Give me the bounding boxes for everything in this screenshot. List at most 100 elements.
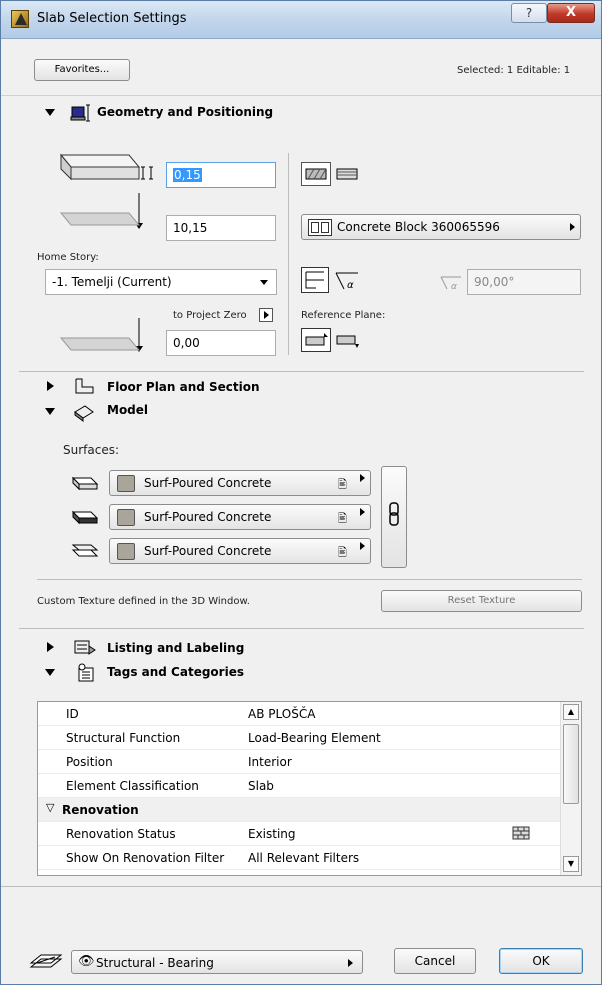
row-value: Load-Bearing Element xyxy=(248,731,381,745)
close-button[interactable]: X xyxy=(547,3,595,23)
geometry-section-icon xyxy=(69,102,91,124)
listing-labeling-title[interactable]: Listing and Labeling xyxy=(107,641,244,663)
arrow-right-icon xyxy=(360,508,365,516)
eye-icon: 👁 xyxy=(78,954,95,969)
home-story-label: Home Story: xyxy=(37,252,99,263)
geometry-section-title[interactable]: Geometry and Positioning xyxy=(97,105,273,127)
custom-texture-label: Custom Texture defined in the 3D Window. xyxy=(37,596,250,607)
collapse-triangle-icon[interactable] xyxy=(45,109,55,116)
chain-link-button[interactable] xyxy=(381,466,407,568)
project-zero-input[interactable]: 0,00 xyxy=(166,330,276,356)
material-swatch xyxy=(117,475,135,492)
reference-plane-top-button[interactable] xyxy=(301,328,331,352)
arrow-right-icon xyxy=(348,959,353,967)
slab-edge-angle-icon[interactable]: α xyxy=(334,269,360,293)
home-story-value: -1. Temelji (Current) xyxy=(52,275,172,289)
tags-categories-icon xyxy=(75,663,97,683)
archicad-app-icon xyxy=(11,10,29,28)
table-row[interactable]: Renovation Status Existing xyxy=(38,822,560,846)
fill-hatch-button[interactable] xyxy=(301,162,331,186)
building-material-label: Concrete Block 360065596 xyxy=(337,220,500,234)
divider xyxy=(37,579,582,580)
divider xyxy=(19,371,584,372)
divider xyxy=(1,886,601,887)
collapse-triangle-icon[interactable] xyxy=(45,669,55,676)
bottom-surface-icon xyxy=(71,542,99,560)
side-surface-icon xyxy=(71,508,99,526)
reference-plane-label: Reference Plane: xyxy=(301,310,386,321)
slab-edge-vertical-button[interactable] xyxy=(301,267,329,293)
side-surface-button[interactable]: Surf-Poured Concrete 🖹 xyxy=(109,504,371,530)
arrow-right-icon xyxy=(570,223,575,231)
expand-triangle-icon[interactable] xyxy=(47,381,54,391)
to-project-zero-label: to Project Zero xyxy=(173,310,247,321)
scroll-thumb[interactable] xyxy=(563,724,579,804)
svg-text:α: α xyxy=(347,280,354,291)
slab-settings-dialog: Slab Selection Settings ? X Favorites...… xyxy=(0,0,602,985)
chain-link-icon xyxy=(389,502,399,526)
bottom-surface-button[interactable]: Surf-Poured Concrete 🖹 xyxy=(109,538,371,564)
layer-select-button[interactable]: 👁 Structural - Bearing xyxy=(71,950,363,974)
row-value: Slab xyxy=(248,779,274,793)
cancel-button[interactable]: Cancel xyxy=(394,948,476,974)
brick-wall-icon xyxy=(512,826,530,840)
home-story-select[interactable]: -1. Temelji (Current) xyxy=(45,269,277,295)
row-key: Structural Function xyxy=(66,731,181,745)
fill-pattern-icon[interactable] xyxy=(335,163,359,185)
row-key: ID xyxy=(66,707,79,721)
angle-input[interactable]: 90,00° xyxy=(467,269,581,295)
floor-plan-section-title[interactable]: Floor Plan and Section xyxy=(107,380,260,402)
scroll-down-icon[interactable]: ▼ xyxy=(563,856,579,872)
project-zero-toggle[interactable] xyxy=(259,308,273,322)
table-row[interactable]: Element Classification Slab xyxy=(38,774,560,798)
project-zero-icon xyxy=(59,316,159,356)
vertical-scrollbar[interactable]: ▲ ▼ xyxy=(560,702,581,875)
renovation-group-row[interactable]: ▽ Renovation xyxy=(38,798,560,822)
scroll-up-icon[interactable]: ▲ xyxy=(563,704,579,720)
arrow-right-icon xyxy=(360,542,365,550)
renovation-group-label: Renovation xyxy=(62,803,139,817)
surface-label: Surf-Poured Concrete xyxy=(144,476,272,490)
expand-triangle-icon[interactable] xyxy=(47,642,54,652)
document-icon: 🖹 xyxy=(338,478,347,491)
play-icon xyxy=(264,311,269,319)
group-collapse-icon[interactable]: ▽ xyxy=(46,801,54,814)
table-row[interactable]: Position Interior xyxy=(38,750,560,774)
collapse-triangle-icon[interactable] xyxy=(45,408,55,415)
thickness-input[interactable]: 0,15 xyxy=(166,162,276,188)
top-surface-button[interactable]: Surf-Poured Concrete 🖹 xyxy=(109,470,371,496)
reset-texture-button[interactable]: Reset Texture xyxy=(381,590,582,612)
row-key: Renovation Status xyxy=(66,827,176,841)
model-section-title[interactable]: Model xyxy=(107,403,148,425)
row-value: AB PLOŠČA xyxy=(248,707,316,721)
selected-info: Selected: 1 Editable: 1 xyxy=(457,65,571,76)
building-material-icon xyxy=(308,219,332,236)
building-material-button[interactable]: Concrete Block 360065596 xyxy=(301,214,581,240)
column-divider xyxy=(288,153,289,355)
document-icon: 🖹 xyxy=(338,546,347,559)
row-value: All Relevant Filters xyxy=(248,851,360,865)
layer-value: Structural - Bearing xyxy=(96,956,214,970)
floor-plan-section-icon xyxy=(73,377,95,395)
svg-text:α: α xyxy=(451,282,457,292)
listing-labeling-icon xyxy=(73,638,97,656)
table-row[interactable]: ID AB PLOŠČA xyxy=(38,702,560,726)
row-key: Position xyxy=(66,755,113,769)
model-section-icon xyxy=(71,402,95,422)
top-surface-icon xyxy=(71,474,99,492)
table-row[interactable]: Show On Renovation Filter All Relevant F… xyxy=(38,846,560,870)
window-title: Slab Selection Settings xyxy=(37,11,187,26)
row-key: Show On Renovation Filter xyxy=(66,851,225,865)
reference-plane-bottom-icon[interactable] xyxy=(335,330,361,352)
surface-label: Surf-Poured Concrete xyxy=(144,510,272,524)
table-row[interactable]: Structural Function Load-Bearing Element xyxy=(38,726,560,750)
material-swatch xyxy=(117,543,135,560)
thickness-value: 0,15 xyxy=(173,168,202,182)
tags-grid: ID AB PLOŠČA Structural Function Load-Be… xyxy=(37,701,582,876)
help-button[interactable]: ? xyxy=(511,3,547,23)
offset-input[interactable]: 10,15 xyxy=(166,215,276,241)
title-bar: Slab Selection Settings ? X xyxy=(1,1,601,39)
favorites-button[interactable]: Favorites... xyxy=(34,59,130,81)
ok-button[interactable]: OK xyxy=(499,948,583,974)
tags-categories-title[interactable]: Tags and Categories xyxy=(107,665,244,687)
